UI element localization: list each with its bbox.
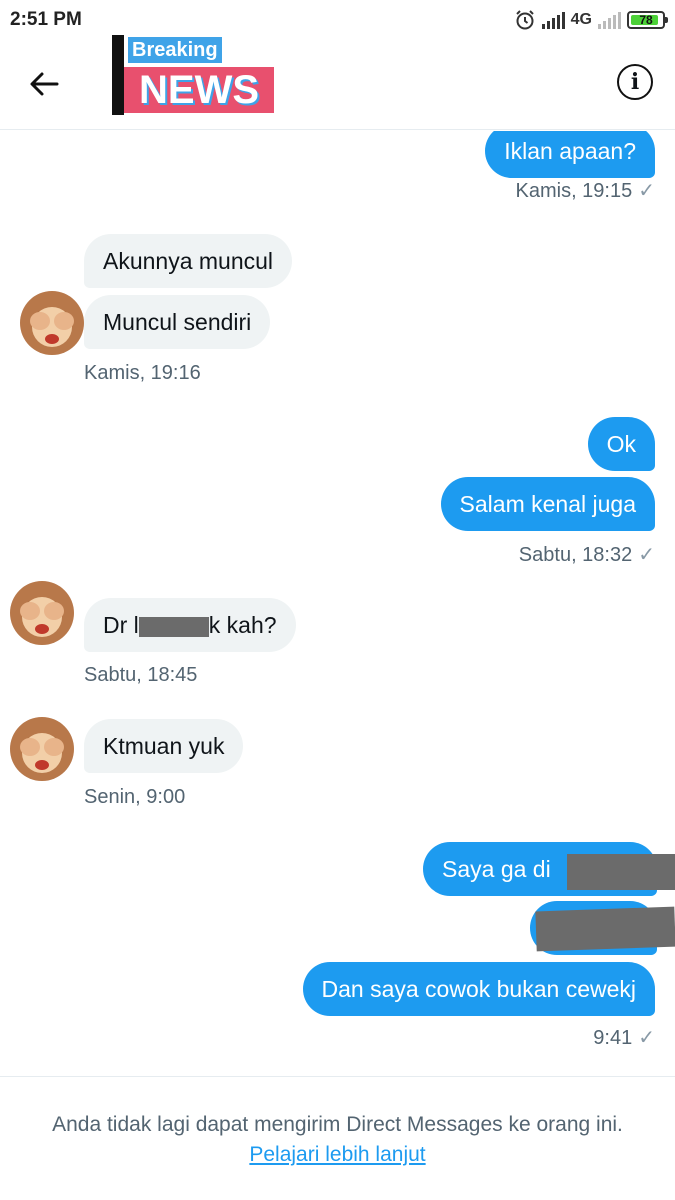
dm-disabled-notice: Anda tidak lagi dapat mengirim Direct Me… [52, 1113, 623, 1136]
check-icon: ✓ [638, 1027, 655, 1049]
conversation-header: Breaking NEWS i [0, 35, 675, 130]
message-timestamp: Sabtu, 18:32 ✓ [519, 542, 655, 567]
avatar[interactable] [8, 715, 76, 783]
info-icon: i [630, 69, 640, 95]
avatar[interactable] [18, 289, 86, 357]
message-bubble-received[interactable]: Muncul sendiri [84, 295, 271, 349]
timestamp-text: Sabtu, 18:32 [518, 544, 633, 566]
message-bubble-received[interactable]: Dr l k kah? [84, 598, 296, 652]
avatar[interactable] [8, 579, 76, 647]
logo-pole [112, 35, 124, 115]
redaction-block [138, 616, 209, 637]
redaction-block [567, 854, 675, 890]
check-icon: ✓ [638, 544, 655, 566]
check-icon: ✓ [638, 180, 655, 202]
alarm-icon [515, 10, 534, 30]
message-bubble-sent[interactable]: Salam kenal juga [440, 477, 655, 531]
back-button[interactable] [22, 62, 66, 106]
status-bar: 2:51 PM 4G 78 [0, 0, 675, 40]
signal-icon [541, 11, 565, 29]
status-time: 2:51 PM [10, 9, 82, 30]
dm-disabled-footer: Anda tidak lagi dapat mengirim Direct Me… [0, 1076, 675, 1200]
message-text-part: k kah? [208, 612, 277, 638]
message-timestamp: Senin, 9:00 [84, 786, 186, 808]
signal-icon-secondary [598, 11, 621, 29]
message-text-part: Dr l [103, 612, 139, 638]
message-timestamp: 9:41 ✓ [593, 1025, 655, 1050]
breaking-news-logo: Breaking NEWS [112, 35, 278, 121]
message-bubble-sent[interactable]: Iklan apaan? [485, 131, 655, 178]
timestamp-text: Kamis, 19:15 [515, 180, 633, 202]
battery-icon: 78 [627, 11, 668, 29]
message-timestamp: Kamis, 19:16 [84, 362, 201, 384]
logo-bottom-text: NEWS [124, 67, 274, 113]
battery-level: 78 [639, 13, 653, 27]
message-thread[interactable]: Iklan apaan? Kamis, 19:15 ✓ Akunnya muncu… [0, 131, 675, 1075]
message-bubble-sent[interactable]: Dan saya cowok bukan cewekj [302, 962, 655, 1016]
message-bubble-received[interactable]: Ktmuan yuk [84, 719, 244, 773]
message-bubble-received[interactable]: Akunnya muncul [84, 234, 293, 288]
status-icons: 4G 78 [514, 8, 668, 32]
message-bubble-sent[interactable]: Ok [587, 417, 655, 471]
learn-more-link[interactable]: Pelajari lebih lanjut [0, 1143, 675, 1167]
back-arrow-icon [30, 72, 59, 96]
timestamp-text: 9:41 [593, 1027, 633, 1049]
info-button[interactable]: i [617, 64, 653, 100]
logo-top-text: Breaking [128, 37, 222, 63]
message-timestamp: Sabtu, 18:45 [84, 664, 198, 686]
redaction-block [535, 906, 675, 952]
network-type: 4G [570, 11, 592, 28]
message-timestamp: Kamis, 19:15 ✓ [516, 178, 656, 203]
